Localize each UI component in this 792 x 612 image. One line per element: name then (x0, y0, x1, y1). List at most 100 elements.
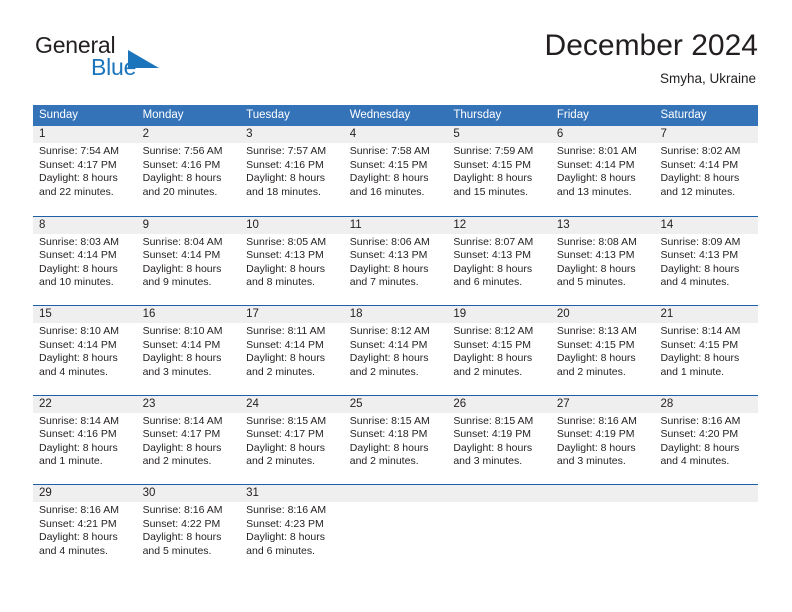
sunset-text: Sunset: 4:21 PM (39, 517, 117, 530)
sunset-text: Sunset: 4:17 PM (39, 158, 117, 171)
day-cell[interactable]: 15 Sunrise: 8:10 AM Sunset: 4:14 PM Dayl… (33, 306, 137, 395)
general-blue-logo[interactable]: General Blue (33, 32, 193, 90)
day-info: Sunrise: 8:14 AM Sunset: 4:15 PM Dayligh… (660, 323, 758, 379)
daylight-text-line2: and 5 minutes. (142, 544, 212, 557)
day-cell-empty (551, 485, 655, 574)
day-cell[interactable]: 20 Sunrise: 8:13 AM Sunset: 4:15 PM Dayl… (551, 306, 655, 395)
sunset-text: Sunset: 4:13 PM (556, 249, 635, 262)
day-cell[interactable]: 31 Sunrise: 8:16 AM Sunset: 4:23 PM Dayl… (240, 485, 344, 574)
day-cell[interactable]: 30 Sunrise: 8:16 AM Sunset: 4:22 PM Dayl… (137, 485, 241, 574)
daylight-text-line2: and 6 minutes. (246, 544, 316, 557)
day-number: 26 (453, 397, 467, 410)
sunset-text: Sunset: 4:13 PM (349, 249, 428, 262)
day-info: Sunrise: 8:06 AM Sunset: 4:13 PM Dayligh… (350, 234, 448, 290)
day-info: Sunrise: 7:59 AM Sunset: 4:15 PM Dayligh… (453, 143, 551, 199)
day-info: Sunrise: 8:10 AM Sunset: 4:14 PM Dayligh… (143, 323, 241, 379)
day-cell[interactable]: 29 Sunrise: 8:16 AM Sunset: 4:21 PM Dayl… (33, 485, 137, 574)
sunrise-text: Sunrise: 8:16 AM (660, 414, 741, 427)
day-cell[interactable]: 7 Sunrise: 8:02 AM Sunset: 4:14 PM Dayli… (654, 126, 758, 216)
day-info: Sunrise: 8:16 AM Sunset: 4:20 PM Dayligh… (660, 413, 758, 469)
daylight-text-line1: Daylight: 8 hours (142, 441, 222, 454)
day-cell[interactable]: 28 Sunrise: 8:16 AM Sunset: 4:20 PM Dayl… (654, 396, 758, 485)
sunrise-text: Sunrise: 8:11 AM (246, 325, 326, 337)
day-info: Sunrise: 8:13 AM Sunset: 4:15 PM Dayligh… (557, 323, 655, 379)
day-number: 27 (556, 397, 570, 410)
daylight-text-line2: and 4 minutes. (660, 276, 730, 289)
day-info: Sunrise: 8:16 AM Sunset: 4:21 PM Dayligh… (39, 502, 137, 558)
weekday-header-monday: Monday (142, 109, 184, 121)
day-cell[interactable]: 11 Sunrise: 8:06 AM Sunset: 4:13 PM Dayl… (344, 217, 448, 306)
daylight-text-line1: Daylight: 8 hours (349, 262, 429, 275)
day-info: Sunrise: 8:12 AM Sunset: 4:15 PM Dayligh… (453, 323, 551, 379)
day-number: 15 (39, 308, 52, 320)
day-cell[interactable]: 16 Sunrise: 8:10 AM Sunset: 4:14 PM Dayl… (137, 306, 241, 395)
daylight-text-line1: Daylight: 8 hours (39, 531, 118, 544)
day-info: Sunrise: 8:15 AM Sunset: 4:18 PM Dayligh… (350, 413, 448, 469)
day-number: 20 (556, 308, 570, 320)
sunrise-text: Sunrise: 7:56 AM (142, 145, 223, 157)
daylight-text-line2: and 1 minute. (39, 455, 103, 468)
daylight-text-line1: Daylight: 8 hours (556, 172, 636, 185)
daylight-text-line2: and 18 minutes. (246, 185, 321, 198)
day-number: 2 (142, 128, 149, 140)
day-cell[interactable]: 22 Sunrise: 8:14 AM Sunset: 4:16 PM Dayl… (33, 396, 137, 485)
day-cell[interactable]: 26 Sunrise: 8:15 AM Sunset: 4:19 PM Dayl… (447, 396, 551, 485)
day-cell[interactable]: 25 Sunrise: 8:15 AM Sunset: 4:18 PM Dayl… (344, 396, 448, 485)
daylight-text-line1: Daylight: 8 hours (556, 262, 636, 275)
sunset-text: Sunset: 4:13 PM (660, 249, 739, 262)
day-info: Sunrise: 8:16 AM Sunset: 4:23 PM Dayligh… (246, 502, 344, 558)
day-cell[interactable]: 9 Sunrise: 8:04 AM Sunset: 4:14 PM Dayli… (137, 217, 241, 306)
day-cell[interactable]: 23 Sunrise: 8:14 AM Sunset: 4:17 PM Dayl… (137, 396, 241, 485)
day-number: 28 (660, 397, 674, 410)
day-number: 13 (556, 218, 570, 231)
day-number: 31 (246, 487, 259, 499)
sunrise-text: Sunrise: 8:04 AM (142, 235, 223, 248)
daylight-text-line2: and 2 minutes. (349, 455, 419, 468)
daylight-text-line2: and 4 minutes. (39, 544, 108, 557)
daylight-text-line2: and 22 minutes. (39, 185, 114, 198)
day-info: Sunrise: 7:54 AM Sunset: 4:17 PM Dayligh… (39, 143, 137, 199)
weekday-header-saturday: Saturday (660, 109, 707, 121)
day-cell[interactable]: 6 Sunrise: 8:01 AM Sunset: 4:14 PM Dayli… (551, 126, 655, 216)
day-cell[interactable]: 3 Sunrise: 7:57 AM Sunset: 4:16 PM Dayli… (240, 126, 344, 216)
day-cell[interactable]: 5 Sunrise: 7:59 AM Sunset: 4:15 PM Dayli… (447, 126, 551, 216)
sunrise-text: Sunrise: 8:12 AM (349, 325, 430, 337)
week-row: 1 Sunrise: 7:54 AM Sunset: 4:17 PM Dayli… (33, 126, 758, 216)
daylight-text-line1: Daylight: 8 hours (453, 262, 533, 275)
day-cell[interactable]: 24 Sunrise: 8:15 AM Sunset: 4:17 PM Dayl… (240, 396, 344, 485)
daylight-text-line1: Daylight: 8 hours (556, 352, 636, 365)
week-row: 29 Sunrise: 8:16 AM Sunset: 4:21 PM Dayl… (33, 484, 758, 574)
sunrise-text: Sunrise: 8:06 AM (349, 235, 430, 248)
sunrise-text: Sunrise: 8:05 AM (246, 235, 327, 248)
day-cell[interactable]: 2 Sunrise: 7:56 AM Sunset: 4:16 PM Dayli… (137, 126, 241, 216)
day-cell[interactable]: 14 Sunrise: 8:09 AM Sunset: 4:13 PM Dayl… (654, 217, 758, 306)
daylight-text-line1: Daylight: 8 hours (453, 441, 533, 454)
day-cell[interactable]: 8 Sunrise: 8:03 AM Sunset: 4:14 PM Dayli… (33, 217, 137, 306)
day-cell[interactable]: 19 Sunrise: 8:12 AM Sunset: 4:15 PM Dayl… (447, 306, 551, 395)
daylight-text-line1: Daylight: 8 hours (39, 172, 118, 185)
sunset-text: Sunset: 4:14 PM (349, 338, 428, 351)
day-cell[interactable]: 10 Sunrise: 8:05 AM Sunset: 4:13 PM Dayl… (240, 217, 344, 306)
day-cell[interactable]: 27 Sunrise: 8:16 AM Sunset: 4:19 PM Dayl… (551, 396, 655, 485)
day-number: 3 (246, 128, 253, 140)
day-cell[interactable]: 17 Sunrise: 8:11 AM Sunset: 4:14 PM Dayl… (240, 306, 344, 395)
sunrise-text: Sunrise: 8:10 AM (39, 325, 119, 337)
day-number: 4 (349, 128, 357, 140)
daylight-text-line2: and 4 minutes. (39, 365, 108, 378)
daylight-text-line1: Daylight: 8 hours (39, 441, 118, 454)
day-cell[interactable]: 4 Sunrise: 7:58 AM Sunset: 4:15 PM Dayli… (344, 126, 448, 216)
daylight-text-line2: and 8 minutes. (246, 276, 316, 289)
weekday-header-thursday: Thursday (453, 109, 502, 121)
sunrise-text: Sunrise: 8:01 AM (556, 145, 637, 157)
day-cell[interactable]: 18 Sunrise: 8:12 AM Sunset: 4:14 PM Dayl… (344, 306, 448, 395)
day-number: 10 (246, 218, 259, 231)
sunset-text: Sunset: 4:15 PM (660, 338, 739, 351)
daylight-text-line2: and 3 minutes. (453, 455, 523, 468)
day-cell[interactable]: 1 Sunrise: 7:54 AM Sunset: 4:17 PM Dayli… (33, 126, 137, 216)
sunset-text: Sunset: 4:17 PM (246, 428, 324, 441)
day-cell[interactable]: 21 Sunrise: 8:14 AM Sunset: 4:15 PM Dayl… (654, 306, 758, 395)
day-cell[interactable]: 12 Sunrise: 8:07 AM Sunset: 4:13 PM Dayl… (447, 217, 551, 306)
sunrise-text: Sunrise: 8:16 AM (556, 414, 637, 427)
day-cell[interactable]: 13 Sunrise: 8:08 AM Sunset: 4:13 PM Dayl… (551, 217, 655, 306)
sunrise-text: Sunrise: 8:16 AM (142, 504, 223, 516)
